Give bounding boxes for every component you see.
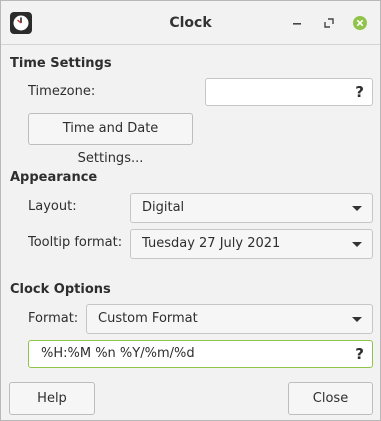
custom-format-input[interactable]: %H:%M %n %Y/%m/%d ?: [28, 340, 373, 368]
format-dropdown[interactable]: Custom Format: [86, 304, 373, 334]
format-label: Format:: [28, 311, 79, 326]
layout-selected-value: Digital: [142, 200, 185, 215]
format-selected-value: Custom Format: [98, 311, 198, 326]
help-button[interactable]: Help: [9, 382, 95, 415]
clock-icon: [10, 12, 32, 34]
tooltip-format-selected-value: Tuesday 27 July 2021: [142, 236, 281, 251]
chevron-down-icon: [352, 206, 362, 211]
question-icon[interactable]: ?: [355, 79, 364, 105]
timezone-input[interactable]: ?: [205, 78, 373, 106]
clock-settings-window: Clock Time Settings Timezone: ? Time and…: [0, 0, 381, 421]
chevron-down-icon: [352, 242, 362, 247]
time-date-settings-button[interactable]: Time and Date Settings...: [28, 113, 193, 166]
clock-options-heading: Clock Options: [10, 282, 111, 297]
tooltip-format-dropdown[interactable]: Tuesday 27 July 2021: [130, 229, 373, 259]
restore-icon[interactable]: [319, 13, 339, 33]
appearance-heading: Appearance: [10, 170, 98, 185]
close-icon[interactable]: [350, 13, 370, 33]
chevron-down-icon: [352, 317, 362, 322]
layout-dropdown[interactable]: Digital: [130, 193, 373, 223]
custom-format-value: %H:%M %n %Y/%m/%d: [41, 346, 195, 361]
close-button[interactable]: Close: [288, 382, 373, 415]
minimize-icon[interactable]: [287, 13, 307, 33]
title-bar: Clock: [1, 1, 380, 45]
layout-label: Layout:: [28, 199, 77, 214]
question-icon[interactable]: ?: [355, 341, 364, 367]
tooltip-format-label: Tooltip format:: [28, 235, 123, 250]
timezone-label: Timezone:: [28, 84, 96, 99]
time-settings-heading: Time Settings: [10, 56, 112, 71]
